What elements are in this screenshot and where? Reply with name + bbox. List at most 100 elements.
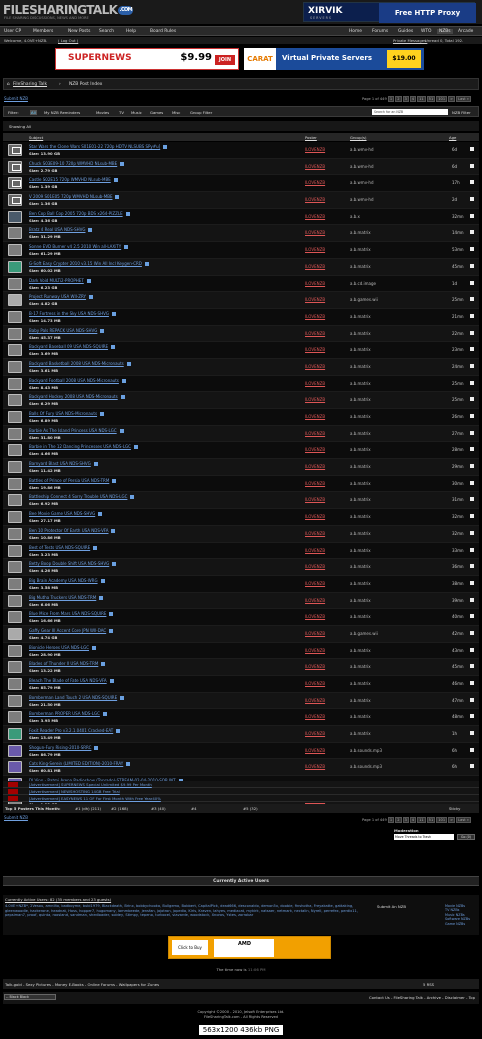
category-icon[interactable] (8, 761, 22, 774)
page-next[interactable]: > (448, 817, 456, 823)
home-icon[interactable]: ⌂ (7, 82, 10, 87)
nzb-download-icon[interactable] (111, 311, 116, 316)
row-checkbox[interactable] (470, 414, 474, 418)
page-2[interactable]: 2 (395, 96, 402, 102)
category-icon[interactable] (8, 294, 22, 307)
style-chooser[interactable]: -- Black Black (4, 994, 56, 1000)
row-checkbox[interactable] (470, 647, 474, 652)
submit-nzb-link-bottom[interactable]: Submit NZB (4, 815, 28, 820)
category-icon[interactable] (8, 227, 22, 240)
row-checkbox[interactable] (470, 230, 474, 235)
nzb-poster[interactable]: ILOVENZB (305, 431, 325, 436)
row-checkbox[interactable] (470, 530, 474, 535)
category-icon[interactable] (8, 494, 22, 507)
submit-nzb-link[interactable]: Submit NZB (4, 96, 28, 101)
nzb-download-icon[interactable] (94, 745, 99, 750)
nzb-download-icon[interactable] (101, 662, 106, 667)
filter-all[interactable]: All (30, 110, 37, 115)
ad-row-title[interactable]: [Advertisement] SUPERNEWS Special Unlimi… (29, 782, 152, 787)
nav-board-rules[interactable]: Board Rules (150, 29, 176, 34)
nzb-poster[interactable]: ILOVENZB (305, 564, 325, 569)
category-icon[interactable] (8, 744, 22, 757)
nzb-download-icon[interactable] (88, 228, 93, 233)
top5-entry-3[interactable]: #3 (40) (151, 806, 166, 811)
page-3[interactable]: 3 (402, 96, 409, 102)
category-icon[interactable] (8, 627, 22, 640)
page-last[interactable]: Last » (456, 817, 471, 823)
nzb-title-link[interactable]: Foxit Reader Pro v3.2.1.0401 Cracked-EAT (29, 728, 121, 734)
moderation-go-button[interactable]: Go (0) (457, 834, 475, 840)
nzb-download-icon[interactable] (113, 178, 118, 183)
category-icon[interactable] (8, 577, 22, 590)
row-checkbox[interactable] (470, 330, 474, 335)
nzb-title-link[interactable]: Barbie As The Island Princess USA NDS-LG… (29, 428, 124, 433)
nzb-title-link[interactable]: B-17 Fortress in the Sky USA NDS-SHVG (29, 311, 116, 316)
nzb-title-link[interactable]: Battleship Connect 4 Sorry Trouble USA N… (29, 494, 135, 500)
nzb-title-link[interactable]: Dark Void MULTi2-PROPHET (29, 278, 91, 283)
category-icon[interactable] (8, 310, 22, 323)
category-icon[interactable] (8, 377, 22, 390)
nzb-title-link[interactable]: Battles of Prince of Persia USA NDS-TRM (29, 478, 117, 483)
carat-banner[interactable]: CARAT Virtual Private Servers $19.00 (244, 48, 424, 70)
nzb-title-link[interactable]: Bomberman Land Touch 2 USA NDS-SQUIRE (29, 695, 125, 700)
nzb-poster[interactable]: ILOVENZB (305, 314, 325, 319)
filter-movies[interactable]: Movies (96, 110, 109, 115)
category-icon[interactable] (8, 210, 22, 223)
active-users-list[interactable]: 4.0VE+NZB*, 2Vesou, amnilto, badboyme, b… (5, 904, 367, 918)
category-icon[interactable] (8, 160, 22, 173)
row-checkbox[interactable] (470, 180, 474, 185)
nzb-title-link[interactable]: G-Soft Easy Crypter 2010 v3.15 Win All I… (29, 261, 149, 266)
nzb-poster[interactable]: ILOVENZB (305, 347, 325, 352)
nav-members[interactable]: Members (33, 29, 53, 34)
nzb-download-icon[interactable] (111, 528, 116, 533)
nzb-poster[interactable]: ILOVENZB (305, 481, 325, 486)
breadcrumb-root[interactable]: FileSharing Talk (13, 82, 47, 87)
header-ad-banner[interactable]: XIRVIK SERVERS Free HTTP Proxy (303, 2, 476, 23)
logout-link[interactable]: ( Log Out ) (58, 38, 78, 43)
nzb-poster[interactable]: ILOVENZB (305, 414, 325, 419)
category-icon[interactable] (8, 244, 22, 257)
nzb-title-link[interactable]: Backyard Basketball 2008 USA NDS-Microna… (29, 361, 131, 366)
top5-entry-5[interactable]: #5 (32) (243, 806, 258, 811)
page-1[interactable]: 1 (387, 817, 395, 823)
category-icon[interactable] (8, 344, 22, 357)
nzb-poster[interactable]: ILOVENZB (305, 514, 325, 519)
filter-games[interactable]: Games (150, 110, 163, 115)
nzb-download-icon[interactable] (116, 729, 121, 734)
row-checkbox[interactable] (470, 147, 474, 151)
filter-reminders[interactable]: My NZB Reminders (44, 110, 80, 115)
nzb-title-link[interactable]: Sonne EVD Burner v4 2.5 2010 Win all-LAX… (29, 244, 129, 250)
nzb-download-icon[interactable] (99, 595, 104, 600)
sponsor-links[interactable]: Talk-gold - Sexy Pictures - Money E-Book… (5, 982, 159, 987)
nzb-poster[interactable]: ILOVENZB (305, 731, 325, 736)
filter-group[interactable]: Group Filter (190, 110, 212, 115)
top5-entry-4[interactable]: #4 (191, 806, 197, 811)
nzb-download-icon[interactable] (120, 161, 125, 166)
nzb-title-link[interactable]: Best of Tests USA NDS-SQUIRE (29, 545, 98, 550)
page-next[interactable]: > (448, 96, 456, 102)
nzb-download-icon[interactable] (86, 278, 91, 283)
nzb-title-link[interactable]: Big Mutha Truckers USA NDS-TRM (29, 595, 104, 600)
nzb-title-link[interactable]: Project Runway USA WII-ZRY (29, 294, 94, 300)
category-icon[interactable] (8, 360, 22, 373)
nzb-title-link[interactable]: Bleach The Blade of Fate USA NDS-VFA (29, 678, 114, 683)
nzb-poster[interactable]: ILOVENZB (305, 681, 325, 686)
link-game-nzbs[interactable]: Game NZBs (445, 922, 470, 926)
category-icon[interactable] (8, 661, 22, 674)
row-checkbox[interactable] (470, 363, 474, 368)
row-checkbox[interactable] (470, 380, 474, 385)
row-checkbox[interactable] (470, 197, 474, 202)
nzb-download-icon[interactable] (100, 578, 105, 583)
nzb-poster[interactable]: ILOVENZB (305, 214, 325, 219)
nav-arcade[interactable]: Arcade (458, 29, 473, 34)
nzb-poster[interactable]: ILOVENZB (305, 164, 325, 169)
nzb-search-input[interactable]: Search for an NZB (372, 109, 448, 115)
row-checkbox[interactable] (470, 297, 474, 302)
nav-home[interactable]: Home (349, 29, 362, 34)
nzb-download-icon[interactable] (109, 679, 114, 683)
nav-search[interactable]: Search (99, 29, 114, 34)
category-icon[interactable] (8, 411, 22, 423)
private-messages-link[interactable]: Private Messages: (393, 38, 427, 43)
page-4[interactable]: 4 (409, 96, 417, 102)
nzb-title-link[interactable]: Gaffy Gear III Accent Core JPN WII-DAC (29, 628, 114, 633)
